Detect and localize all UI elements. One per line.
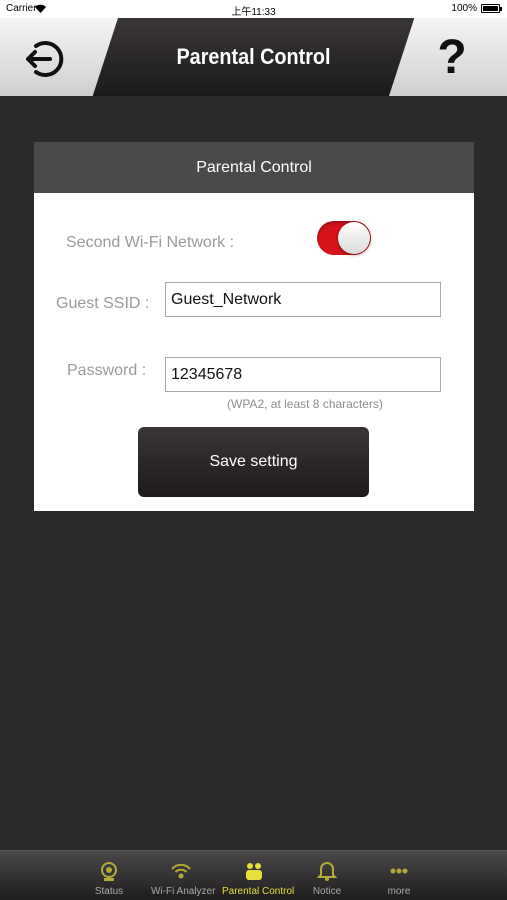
parental-control-card: Parental Control Second Wi-Fi Network : … [34,142,474,511]
tab-notice[interactable]: Notice [302,851,352,900]
battery-percent: 100% [451,3,477,14]
status-time: 上午11:33 [231,7,276,18]
battery-icon [481,4,502,13]
tab-more-label: more [387,886,411,897]
header-bar: Parental Control ? [0,18,507,96]
more-icon [390,868,408,874]
help-button[interactable]: ? [437,32,467,84]
toggle-knob [338,222,370,254]
tab-notice-label: Notice [312,886,342,897]
tab-wifi-analyzer[interactable]: Wi-Fi Analyzer [151,851,216,900]
status-bar: Carrier 上午11:33 100% [0,0,507,18]
guest-ssid-label: Guest SSID : [56,295,150,312]
tab-status-label: Status [94,886,124,897]
tab-bar: Status Wi-Fi Analyzer Parental Control N… [0,850,507,900]
save-setting-button[interactable]: Save setting [138,427,369,497]
page-title: Parental Control [176,44,331,69]
password-input[interactable]: 12345678 [165,357,441,392]
tab-parental-control-label: Parental Control [222,886,295,897]
second-wifi-toggle[interactable] [317,221,371,255]
password-label: Password : [67,362,147,379]
parental-control-icon [246,863,262,880]
help-icon: ? [437,31,467,84]
card-title: Parental Control [34,142,474,193]
tab-parental-control[interactable]: Parental Control [222,851,295,900]
notice-icon [316,861,338,881]
password-hint: (WPA2, at least 8 characters) [227,397,383,411]
tab-status[interactable]: Status [84,851,134,900]
wifi-analyzer-icon [171,863,191,879]
guest-ssid-input[interactable]: Guest_Network [165,282,441,317]
tab-wifi-analyzer-label: Wi-Fi Analyzer [151,886,216,897]
status-icon [101,862,117,881]
tab-more[interactable]: more [374,851,424,900]
second-wifi-label: Second Wi-Fi Network : [66,234,235,251]
